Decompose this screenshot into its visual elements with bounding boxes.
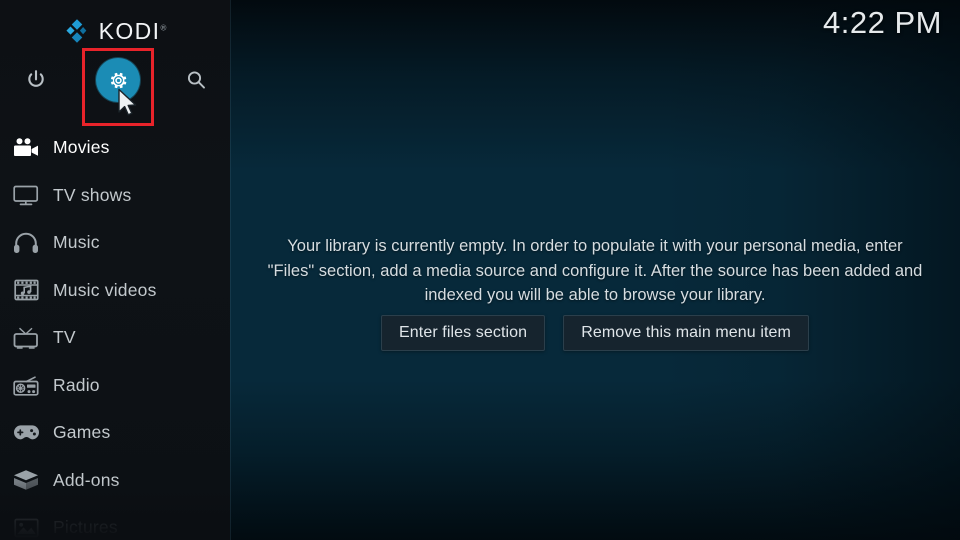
sidebar-item-pictures[interactable]: Pictures	[0, 504, 230, 540]
settings-button[interactable]	[94, 56, 142, 104]
main-content-panel: Your library is currently empty. In orde…	[230, 0, 960, 540]
headphones-icon	[8, 228, 44, 258]
retro-tv-icon	[8, 323, 44, 353]
movie-camera-icon	[8, 133, 44, 163]
gear-icon	[110, 72, 126, 88]
sidebar-item-label: Pictures	[53, 517, 118, 537]
power-button[interactable]	[12, 56, 60, 104]
sidebar-item-label: Games	[53, 422, 111, 442]
monitor-icon	[8, 180, 44, 210]
sidebar-item-label: Music	[53, 232, 100, 252]
sidebar: KODI® Movies TV shows Music Music videos…	[0, 0, 230, 540]
sidebar-item-games[interactable]: Games	[0, 409, 230, 457]
remove-main-menu-item-button[interactable]: Remove this main menu item	[563, 315, 809, 351]
sidebar-item-tv-shows[interactable]: TV shows	[0, 172, 230, 220]
kodi-wordmark: KODI®	[98, 17, 167, 44]
sidebar-item-label: Radio	[53, 374, 100, 395]
search-icon	[187, 71, 205, 89]
sidebar-item-music[interactable]: Music	[0, 219, 230, 267]
settings-circle	[96, 58, 140, 102]
search-button[interactable]	[172, 56, 220, 104]
sidebar-item-label: Music videos	[53, 279, 157, 300]
kodi-logo: KODI®	[0, 14, 230, 48]
sidebar-item-label: Movies	[53, 137, 110, 157]
sidebar-item-movies[interactable]: Movies	[0, 124, 230, 172]
picture-icon	[8, 513, 44, 540]
sidebar-item-radio[interactable]: Radio	[0, 362, 230, 410]
kodi-diamond-logo-icon	[66, 19, 86, 43]
sidebar-item-music-videos[interactable]: Music videos	[0, 267, 230, 315]
sidebar-item-label: TV shows	[53, 184, 132, 205]
sidebar-item-tv[interactable]: TV	[0, 314, 230, 362]
sidebar-item-add-ons[interactable]: Add-ons	[0, 457, 230, 505]
gamepad-icon	[8, 418, 44, 448]
radio-icon	[8, 370, 44, 400]
power-icon	[28, 70, 44, 87]
sidebar-menu: Movies TV shows Music Music videos TV Ra…	[0, 124, 230, 540]
kodi-home-screen: 4:22 PM Your library is currently empty.…	[0, 0, 960, 540]
sidebar-item-label: Add-ons	[53, 469, 120, 490]
film-music-icon	[8, 275, 44, 305]
sidebar-item-label: TV	[53, 327, 76, 347]
main-action-buttons: Enter files section Remove this main men…	[230, 315, 960, 351]
sidebar-top-actions	[0, 56, 230, 104]
enter-files-section-button[interactable]: Enter files section	[381, 315, 546, 351]
empty-library-message: Your library is currently empty. In orde…	[267, 237, 923, 304]
addon-box-icon	[8, 465, 44, 495]
